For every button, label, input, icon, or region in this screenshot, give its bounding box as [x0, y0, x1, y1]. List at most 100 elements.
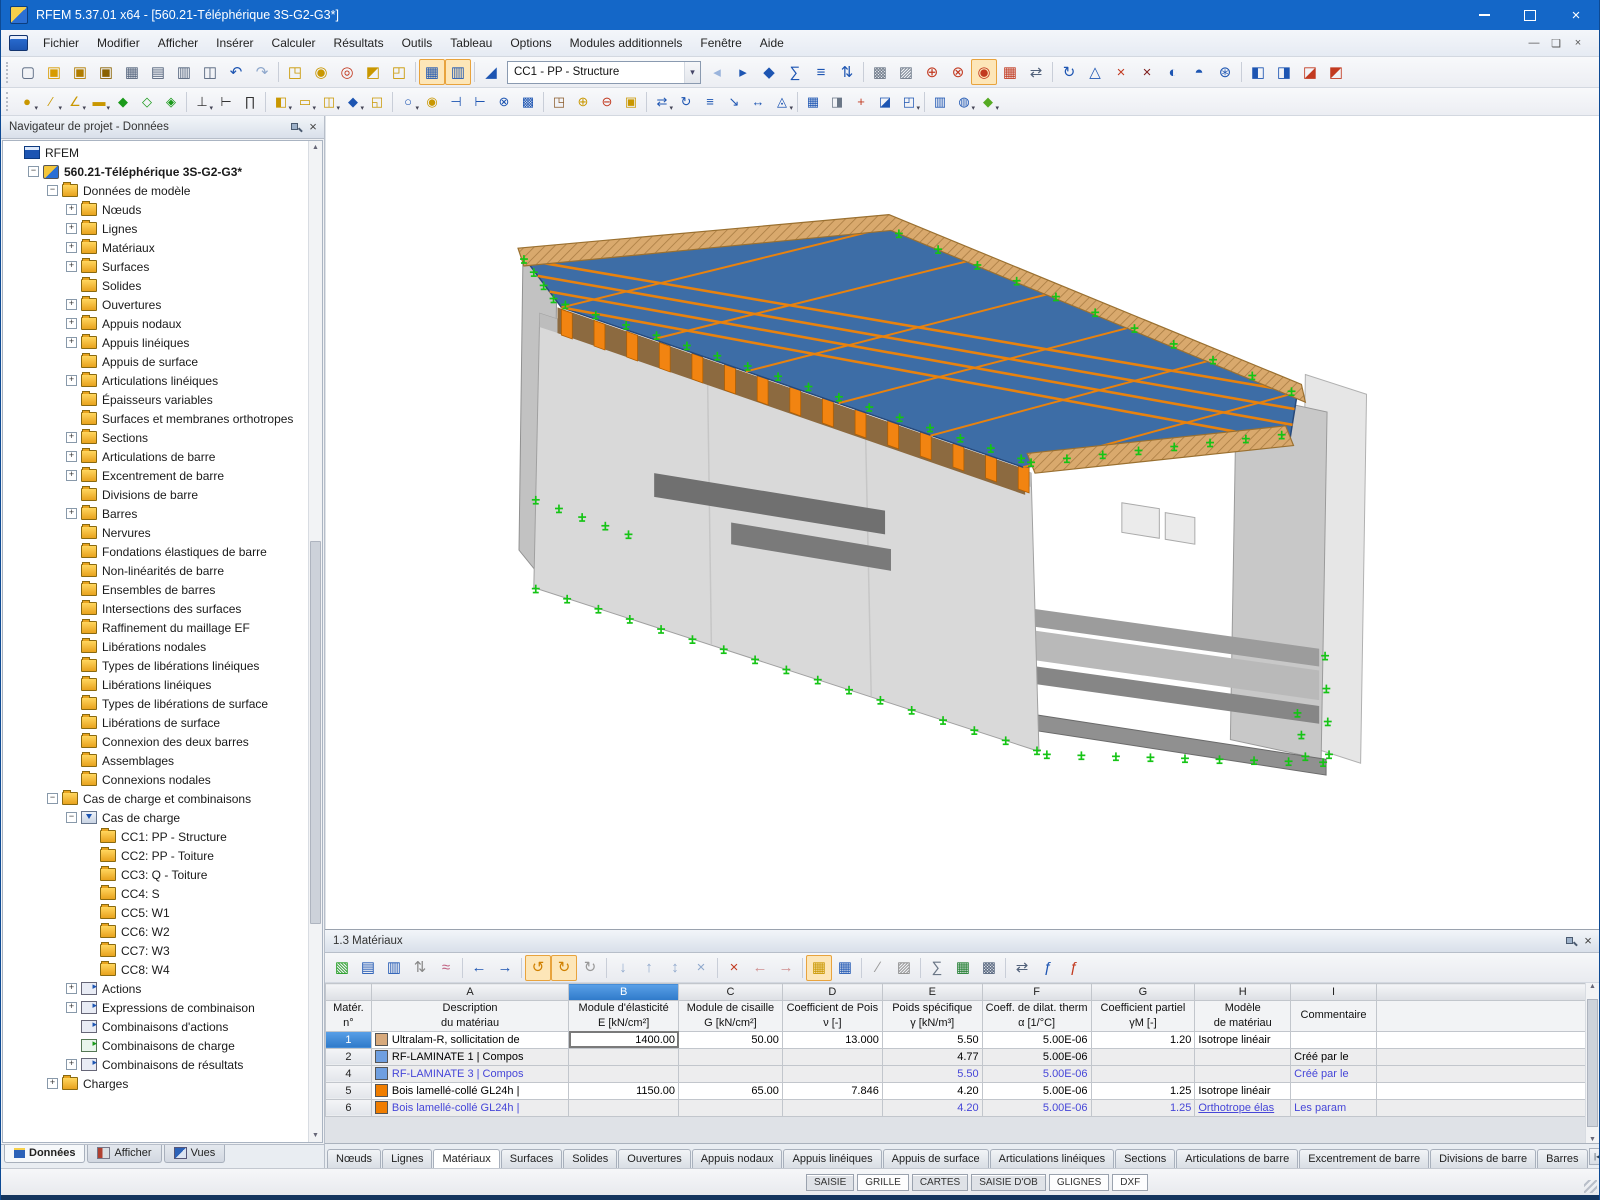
tree-item-combinaisons-de-r-sultats[interactable]: +Combinaisons de résultats: [3, 1055, 308, 1074]
expand-icon[interactable]: +: [66, 337, 77, 348]
cancel-edit-icon[interactable]: ×: [688, 955, 714, 981]
table-tab-appuis-de-surface[interactable]: Appuis de surface: [883, 1149, 989, 1168]
open-project-icon[interactable]: ▣: [41, 59, 67, 85]
tree-item-combinaisons-de-charge[interactable]: Combinaisons de charge: [3, 1036, 308, 1055]
tree-item-lib-rations-de-surface[interactable]: Libérations de surface: [3, 713, 308, 732]
tree-item-appuis-nodaux[interactable]: +Appuis nodaux: [3, 314, 308, 333]
visibility-icon[interactable]: ◍▾: [952, 90, 976, 114]
close-button[interactable]: ×: [1553, 0, 1599, 30]
cell-b-row-1[interactable]: 1400.00: [569, 1031, 679, 1048]
cell-h-row-5[interactable]: Isotrope linéair: [1195, 1082, 1291, 1099]
menu-tableau[interactable]: Tableau: [441, 32, 501, 54]
tree-item-n-uds[interactable]: +Nœuds: [3, 200, 308, 219]
delete-all-rows-icon[interactable]: ×: [721, 955, 747, 981]
expand-icon[interactable]: +: [66, 318, 77, 329]
color-scale-icon[interactable]: ◆▾: [976, 90, 1000, 114]
sort-icon[interactable]: ⇅: [407, 955, 433, 981]
tree-item-cc5-w1[interactable]: CC5: W1: [3, 903, 308, 922]
expand-icon[interactable]: +: [66, 432, 77, 443]
cell-f-row-5[interactable]: 5.00E-06: [982, 1082, 1091, 1099]
table-panel-header[interactable]: 1.3 Matériaux ×: [325, 930, 1599, 953]
tree-item-articulations-lin-iques[interactable]: +Articulations linéiques: [3, 371, 308, 390]
tree-item-cc7-w3[interactable]: CC7: W3: [3, 941, 308, 960]
tree-item-nervures[interactable]: Nervures: [3, 523, 308, 542]
grid-view-icon[interactable]: ▦: [806, 955, 832, 981]
expand-icon[interactable]: +: [66, 1059, 77, 1070]
list-view-icon[interactable]: ▦: [832, 955, 858, 981]
table-edit-mode-icon[interactable]: ▧: [329, 955, 355, 981]
cell-f-row-4[interactable]: 5.00E-06: [982, 1065, 1091, 1082]
cell-i-row-6[interactable]: Les param: [1291, 1099, 1377, 1116]
zoom-plus-icon[interactable]: ⊕: [571, 90, 595, 114]
tree-item-expressions-de-combinaison[interactable]: +Expressions de combinaison: [3, 998, 308, 1017]
cell-b-row-2[interactable]: [569, 1048, 679, 1065]
column-header-f[interactable]: Coeff. de dilat. thermα [1/°C]: [982, 1001, 1091, 1032]
divide-member-icon[interactable]: ◇: [135, 90, 159, 114]
status-toggle-glignes[interactable]: GLIGNES: [1049, 1174, 1109, 1191]
view-xz-icon[interactable]: ◨: [1271, 59, 1297, 85]
tree-item-lib-rations-lin-iques[interactable]: Libérations linéiques: [3, 675, 308, 694]
new-opening-icon[interactable]: ▭▾: [293, 90, 317, 114]
combinations-icon[interactable]: ∑: [782, 59, 808, 85]
tree-item-actions[interactable]: +Actions: [3, 979, 308, 998]
cell-i-row-1[interactable]: [1291, 1031, 1377, 1048]
resize-grip[interactable]: [1584, 1180, 1597, 1193]
column-header-c[interactable]: Module de cisailleG [kN/cm²]: [679, 1001, 783, 1032]
table-tab-n-uds[interactable]: Nœuds: [327, 1149, 381, 1168]
view-undo-icon[interactable]: ↺: [525, 955, 551, 981]
collapse-icon[interactable]: −: [47, 185, 58, 196]
cell-i-row-5[interactable]: [1291, 1082, 1377, 1099]
cell-d-row-4[interactable]: [782, 1065, 882, 1082]
show-axes-icon[interactable]: +: [849, 90, 873, 114]
zoom-rect-icon[interactable]: ▣: [619, 90, 643, 114]
tree-item-lib-rations-nodales[interactable]: Libérations nodales: [3, 637, 308, 656]
align-icon[interactable]: ≡: [698, 90, 722, 114]
column-letter-c[interactable]: C: [679, 984, 783, 1001]
cell-c-row-2[interactable]: [679, 1048, 783, 1065]
cell-b-row-5[interactable]: 1150.00: [569, 1082, 679, 1099]
set-of-members-icon[interactable]: ◆: [111, 90, 135, 114]
save-icon[interactable]: ▦: [119, 59, 145, 85]
navigator-header[interactable]: Navigateur de projet - Données ×: [1, 116, 324, 139]
collapse-icon[interactable]: −: [66, 812, 77, 823]
frame-tool-icon[interactable]: ∏: [238, 90, 262, 114]
expand-icon[interactable]: +: [66, 223, 77, 234]
table-close-icon[interactable]: ×: [1581, 935, 1595, 947]
menu-modifier[interactable]: Modifier: [88, 32, 149, 54]
insert-picture-icon[interactable]: ▨: [891, 955, 917, 981]
expand-icon[interactable]: +: [66, 451, 77, 462]
scroll-up-icon[interactable]: ▲: [309, 141, 322, 154]
menu-r-sultats[interactable]: Résultats: [325, 32, 393, 54]
new-surface-icon[interactable]: ◧▾: [269, 90, 293, 114]
navigator-tab-afficher[interactable]: Afficher: [87, 1145, 161, 1163]
tree-item-types-de-lib-rations-de-surface[interactable]: Types de libérations de surface: [3, 694, 308, 713]
column-header-i[interactable]: Commentaire: [1291, 1001, 1377, 1032]
result-panel-icon[interactable]: ⇄: [1023, 59, 1049, 85]
column-letter-b[interactable]: B: [569, 984, 679, 1001]
tree-item-surfaces-et-membranes-orthotropes[interactable]: Surfaces et membranes orthotropes: [3, 409, 308, 428]
table-tab-sections[interactable]: Sections: [1115, 1149, 1175, 1168]
expand-icon[interactable]: +: [66, 242, 77, 253]
tab-nav-icon-0[interactable]: |◀: [1589, 1148, 1600, 1165]
cell-i-row-4[interactable]: Créé par le: [1291, 1065, 1377, 1082]
mdi-close-button[interactable]: ×: [1567, 37, 1589, 49]
table-tab-lignes[interactable]: Lignes: [382, 1149, 432, 1168]
tree-item-barres[interactable]: +Barres: [3, 504, 308, 523]
expand-icon[interactable]: +: [66, 470, 77, 481]
tree-item-lignes[interactable]: +Lignes: [3, 219, 308, 238]
go-to-row-icon[interactable]: ↕: [662, 955, 688, 981]
clipping-plane-icon[interactable]: ◰▾: [897, 90, 921, 114]
table-row[interactable]: 2RF-LAMINATE 1 | Compos4.775.00E-06Créé …: [326, 1048, 1586, 1065]
calculate-node-icon[interactable]: ⊕: [919, 59, 945, 85]
cell-description[interactable]: RF-LAMINATE 1 | Compos: [371, 1048, 568, 1065]
materials-table[interactable]: ABCDEFGHIMatér.n°Descriptiondu matériauM…: [325, 983, 1586, 1117]
cell-f-row-1[interactable]: 5.00E-06: [982, 1031, 1091, 1048]
column-header-mater-no[interactable]: Matér.n°: [326, 1001, 372, 1032]
table-scroll-up-icon[interactable]: ▲: [1586, 983, 1599, 990]
mdi-minimize-button[interactable]: —: [1523, 37, 1545, 49]
navigator-tab-vues[interactable]: Vues: [164, 1145, 226, 1163]
column-letter-a[interactable]: A: [371, 984, 568, 1001]
table-tab-appuis-nodaux[interactable]: Appuis nodaux: [692, 1149, 783, 1168]
table-scrollbar[interactable]: ▲ ▼: [1585, 983, 1599, 1143]
tree-item-appuis-de-surface[interactable]: Appuis de surface: [3, 352, 308, 371]
